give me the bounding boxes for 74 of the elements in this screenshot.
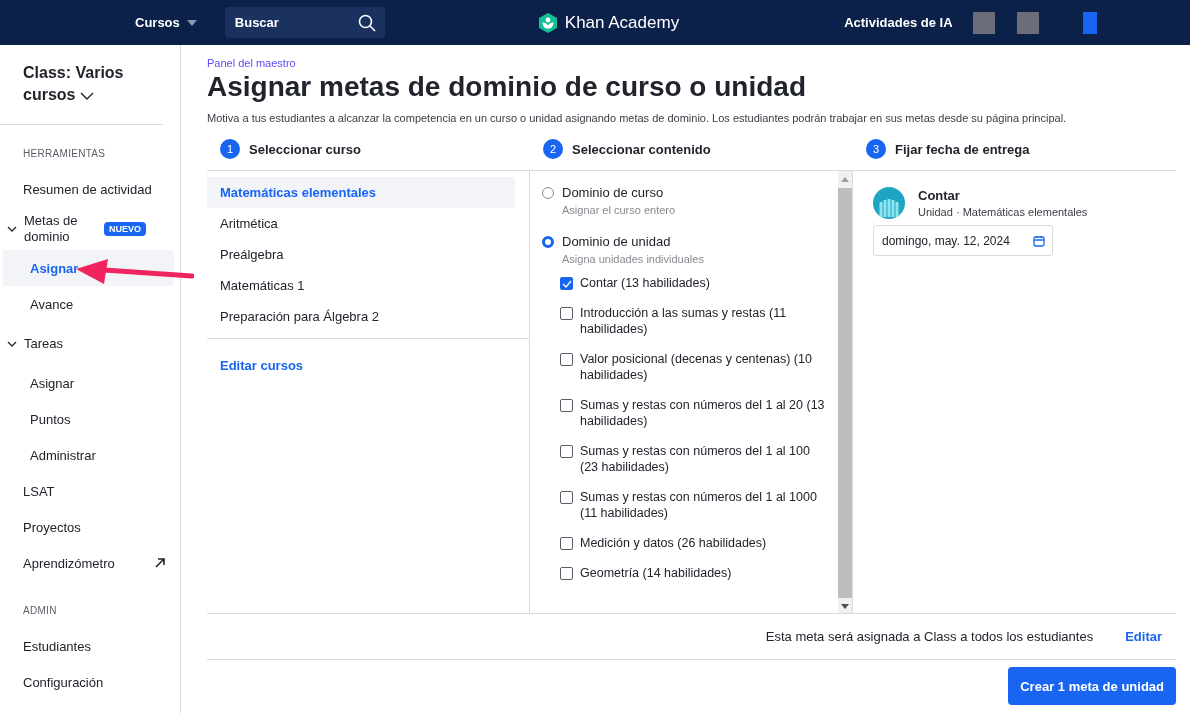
scrollbar[interactable] [838, 171, 852, 613]
option-description: Asigna unidades individuales [562, 253, 704, 265]
scroll-down-icon[interactable] [841, 604, 849, 609]
sidebar-item[interactable]: Tareas [3, 322, 174, 365]
unit-title: Contar [918, 188, 961, 203]
unit-label: Introducción a las sumas y restas (11 habilidades) [580, 305, 788, 337]
checkbox[interactable] [560, 277, 573, 290]
unit-icon [873, 187, 905, 219]
assignment-note: Esta meta será asignada a Class a todos los estudiantes [765, 629, 1094, 644]
page-description: Motiva a tus estudiantes a alcanzar la competencia en un curso o unidad asignando metas de dominio. Los estudiantes podrán trabajar en sus metas desde su página principal. [207, 112, 1068, 124]
sidebar-item[interactable]: Asignar [3, 365, 174, 401]
sidebar-item[interactable]: Metas de dominio NUEVO [3, 207, 174, 250]
sidebar-item[interactable]: Proyectos [3, 509, 174, 545]
checkbox[interactable] [560, 537, 573, 550]
profile-placeholder[interactable] [1082, 11, 1097, 34]
checkbox[interactable] [560, 567, 573, 580]
option-label: Dominio de curso [562, 185, 665, 200]
course-item[interactable]: Preparación para Álgebra 2 [207, 301, 515, 332]
step-title: Seleccionar curso [249, 141, 361, 157]
unit-label: Contar (13 habilidades) [580, 275, 711, 291]
unit-label: Sumas y restas con números del 1 al 20 (13 habilidades) [580, 397, 825, 429]
sidebar-item[interactable]: Configuración [3, 664, 174, 700]
checkbox[interactable] [560, 399, 573, 412]
class-selector[interactable]: Class: Varios cursos [0, 45, 163, 125]
course-item[interactable]: Preálgebra [207, 239, 515, 270]
search-input[interactable]: Buscar [232, 14, 358, 31]
page-title: Asignar metas de dominio de curso o unidad [207, 70, 807, 104]
edit-link[interactable]: Editar [1125, 629, 1162, 644]
avatar-placeholder[interactable] [1016, 11, 1039, 34]
checkbox[interactable] [560, 491, 573, 504]
step-title: Seleccionar contenido [572, 141, 711, 157]
unit-subtitle: Unidad · Matemáticas elementales [918, 206, 1088, 218]
option-label: Dominio de unidad [562, 234, 672, 249]
avatar-placeholder[interactable] [972, 11, 995, 34]
course-item[interactable]: Matemáticas elementales [207, 177, 515, 208]
unit-label: Medición y datos (26 habilidades) [580, 535, 768, 551]
sidebar-item[interactable]: Estudiantes [3, 628, 174, 664]
ai-activities-link[interactable]: Actividades de IA [844, 15, 953, 30]
sidebar-item[interactable]: Avance [3, 286, 174, 322]
logo-icon [536, 11, 559, 34]
section-heading: HERRAMIENTAS [22, 147, 107, 161]
step-number: 1 [220, 139, 240, 159]
course-item[interactable]: Matemáticas 1 [207, 270, 515, 301]
caret-icon [186, 19, 197, 26]
sidebar-item[interactable]: LSAT [3, 473, 174, 509]
step-title: Fijar fecha de entrega [895, 141, 1030, 157]
checkbox[interactable] [560, 307, 573, 320]
new-badge: NUEVO [104, 221, 146, 236]
unit-label: Sumas y restas con números del 1 al 1000 (11 habilidades) [580, 489, 818, 521]
sidebar-item[interactable]: Resumen de actividad [3, 171, 174, 207]
sidebar-item[interactable]: Administrar [3, 437, 174, 473]
unit-label: Sumas y restas con números del 1 al 100 (23 habilidades) [580, 443, 811, 475]
chevron-down-icon [79, 92, 94, 100]
step-number: 2 [543, 139, 563, 159]
option-description: Asignar el curso entero [562, 204, 676, 216]
step-number: 3 [866, 139, 886, 159]
sidebar-item[interactable]: Puntos [3, 401, 174, 437]
search-field[interactable]: Buscar [224, 7, 385, 38]
sidebar-item[interactable]: Aprendizómetro [3, 545, 174, 581]
breadcrumb-link[interactable]: Panel del maestro [207, 57, 1176, 69]
date-field[interactable]: domingo, may. 12, 2024 [873, 225, 1053, 256]
checkbox[interactable] [560, 445, 573, 458]
section-heading: ADMIN [22, 604, 58, 618]
course-item[interactable]: Aritmética [207, 208, 515, 239]
create-goal-button[interactable]: Crear 1 meta de unidad [1008, 667, 1176, 705]
logo-text[interactable]: Khan Academy [564, 12, 680, 33]
checkbox[interactable] [560, 353, 573, 366]
radio-button[interactable] [542, 236, 554, 248]
unit-label: Geometría (14 habilidades) [580, 565, 733, 581]
calendar-icon [1033, 234, 1045, 247]
unit-label: Valor posicional (decenas y centenas) (10 habilidades) [580, 351, 813, 383]
search-icon [357, 13, 376, 32]
courses-menu[interactable]: Cursos [135, 15, 197, 30]
edit-courses-link[interactable]: Editar cursos [207, 339, 317, 392]
